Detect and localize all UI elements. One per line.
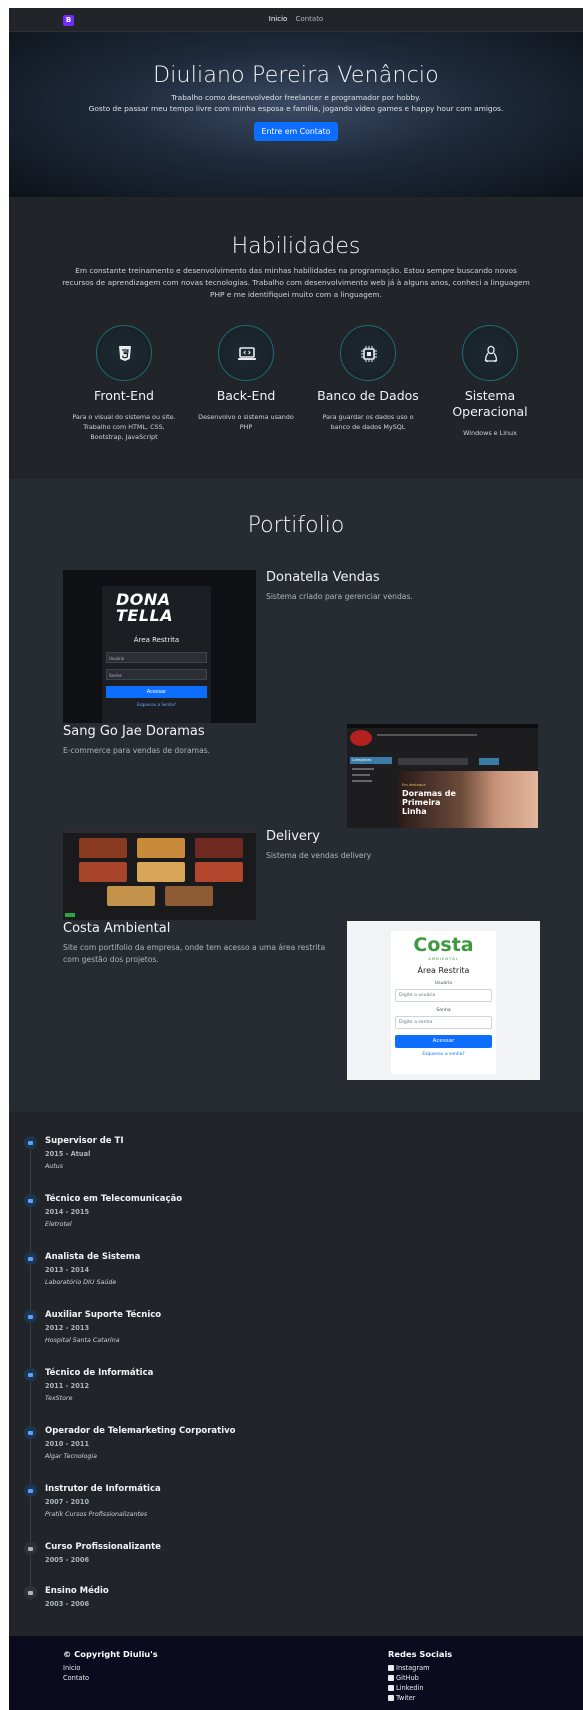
- doramas-logo: [350, 730, 372, 746]
- experience-timeline: Supervisor de TI 2015 - Atual Autus Técn…: [9, 1112, 583, 1636]
- skill-back-end: Back-End Desenvolvo o sistema usando PHP: [185, 325, 307, 432]
- project-thumb-donatella[interactable]: DONA TELLA Área Restrita Usuário Senha A…: [63, 570, 256, 723]
- skill-title: Sistema Operacional: [452, 388, 528, 419]
- social-twitter[interactable]: Twiter: [388, 1694, 416, 1702]
- skill-database: Banco de Dados Para guardar os dados uso…: [307, 325, 429, 432]
- social-linkedin[interactable]: Linkedin: [388, 1684, 424, 1692]
- skills-section: Habilidades Em constante treinamento e d…: [9, 197, 583, 479]
- login-heading: Área Restrita: [417, 966, 470, 975]
- skill-desc: Para guardar os dados uso o banco de dad…: [322, 413, 414, 431]
- login-card: DONA TELLA Área Restrita Usuário Senha A…: [102, 586, 211, 723]
- login-card: Costa AMBIENTAL Área Restrita Usuário Di…: [391, 931, 496, 1074]
- project-desc: Site com portifolio da empresa, onde tem…: [63, 943, 326, 964]
- twitter-icon: [388, 1695, 394, 1701]
- skill-desc: Windows e Linux: [463, 429, 517, 437]
- donatella-logo: DONA TELLA: [116, 590, 174, 625]
- project-thumb-doramas[interactable]: Categorias Em destaque Doramas de Primei…: [347, 724, 538, 828]
- login-button: Acessar: [106, 686, 207, 698]
- navbar: B Inicio Contato: [9, 8, 583, 32]
- food-image: [137, 862, 185, 882]
- school-icon: [24, 1586, 37, 1599]
- cpu-icon: [340, 325, 396, 381]
- skill-title: Banco de Dados: [317, 388, 419, 403]
- banner-image: Em destaque Doramas de Primeira Linha: [398, 771, 538, 828]
- copyright: © Copyright Diuliu's: [63, 1649, 158, 1659]
- forgot-link: Esqueceu a senha?: [422, 1052, 465, 1057]
- project-title: Donatella Vendas: [266, 570, 380, 585]
- briefcase-icon: [24, 1252, 37, 1265]
- laptop-code-icon: [218, 325, 274, 381]
- briefcase-icon: [24, 1136, 37, 1149]
- food-image: [195, 838, 243, 858]
- banner-title: Doramas de Primeira Linha: [402, 789, 456, 816]
- linux-icon: [462, 325, 518, 381]
- skills-title: Habilidades: [231, 234, 361, 259]
- briefcase-icon: [24, 1484, 37, 1497]
- food-image: [165, 886, 213, 906]
- hero-line-2: Gosto de passar meu tempo livre com minh…: [88, 104, 504, 113]
- instagram-icon: [388, 1665, 394, 1671]
- forgot-link: Esqueceu a Senha?: [137, 702, 176, 707]
- briefcase-icon: [24, 1310, 37, 1323]
- login-button: Acessar: [395, 1035, 492, 1048]
- linkedin-icon: [388, 1685, 394, 1691]
- project-desc: Sistema criado para gerenciar vendas.: [266, 592, 413, 601]
- skill-front-end: Front-End Para o visual do sistema ou si…: [63, 325, 185, 442]
- skill-title: Back-End: [216, 388, 276, 403]
- project-title: Costa Ambiental: [63, 921, 171, 936]
- hero-line-1: Trabalho como desenvolvedor freelancer e…: [171, 93, 421, 102]
- css3-icon: [96, 325, 152, 381]
- project-thumb-delivery[interactable]: [63, 829, 256, 920]
- food-image: [137, 838, 185, 858]
- login-heading: Área Restrita: [133, 636, 180, 644]
- social-github[interactable]: GitHub: [388, 1674, 419, 1682]
- briefcase-icon: [24, 1194, 37, 1207]
- social-title: Redes Sociais: [388, 1649, 453, 1659]
- github-icon: [388, 1675, 394, 1681]
- social-instagram[interactable]: Instagram: [388, 1664, 430, 1672]
- briefcase-icon: [24, 1426, 37, 1439]
- briefcase-icon: [24, 1368, 37, 1381]
- skill-os: Sistema Operacional Windows e Linux: [429, 325, 551, 438]
- username-field: Digite o usuário: [395, 989, 492, 1002]
- hero-title: Diuliano Pereira Venâncio: [153, 63, 439, 88]
- portfolio-section: Portifolio DONA TELLA Área Restrita Usuá…: [9, 479, 583, 1112]
- portfolio-title: Portifolio: [247, 513, 345, 538]
- skill-desc: Para o visual do sistema ou site. Trabal…: [72, 413, 176, 441]
- project-desc: E-commerce para vendas de doramas.: [63, 746, 211, 755]
- nav-link-contato[interactable]: Contato: [296, 15, 324, 23]
- food-image: [107, 886, 155, 906]
- nav-links: Inicio Contato: [9, 15, 583, 23]
- project-title: Sang Go Jae Doramas: [63, 724, 205, 739]
- page: B Inicio Contato Diuliano Pereira Venânc…: [9, 8, 583, 1710]
- skill-title: Front-End: [94, 388, 154, 403]
- password-field: Digite a senha: [395, 1016, 492, 1029]
- username-field: Usuário: [106, 652, 207, 663]
- hero-section: Diuliano Pereira Venâncio Trabalho como …: [9, 32, 583, 197]
- project-desc: Sistema de vendas delivery: [266, 851, 372, 860]
- project-thumb-costa[interactable]: Costa AMBIENTAL Área Restrita Usuário Di…: [347, 921, 540, 1080]
- footer: © Copyright Diuliu's Inicio Contato Rede…: [9, 1636, 583, 1710]
- food-image: [195, 862, 243, 882]
- footer-link-contato[interactable]: Contato: [63, 1674, 89, 1682]
- footer-link-inicio[interactable]: Inicio: [63, 1664, 80, 1672]
- contact-button[interactable]: Entre em Contato: [253, 122, 339, 141]
- skills-intro: Em constante treinamento e desenvolvimen…: [62, 266, 530, 299]
- food-image: [79, 838, 127, 858]
- password-field: Senha: [106, 669, 207, 680]
- skill-desc: Desenvolvo o sistema usando PHP: [198, 413, 294, 431]
- categories-menu: Categorias: [350, 757, 392, 764]
- food-image: [79, 862, 127, 882]
- project-title: Delivery: [266, 829, 320, 844]
- nav-link-inicio[interactable]: Inicio: [269, 15, 288, 23]
- costa-logo: Costa: [413, 934, 474, 956]
- graduation-cap-icon: [24, 1542, 37, 1555]
